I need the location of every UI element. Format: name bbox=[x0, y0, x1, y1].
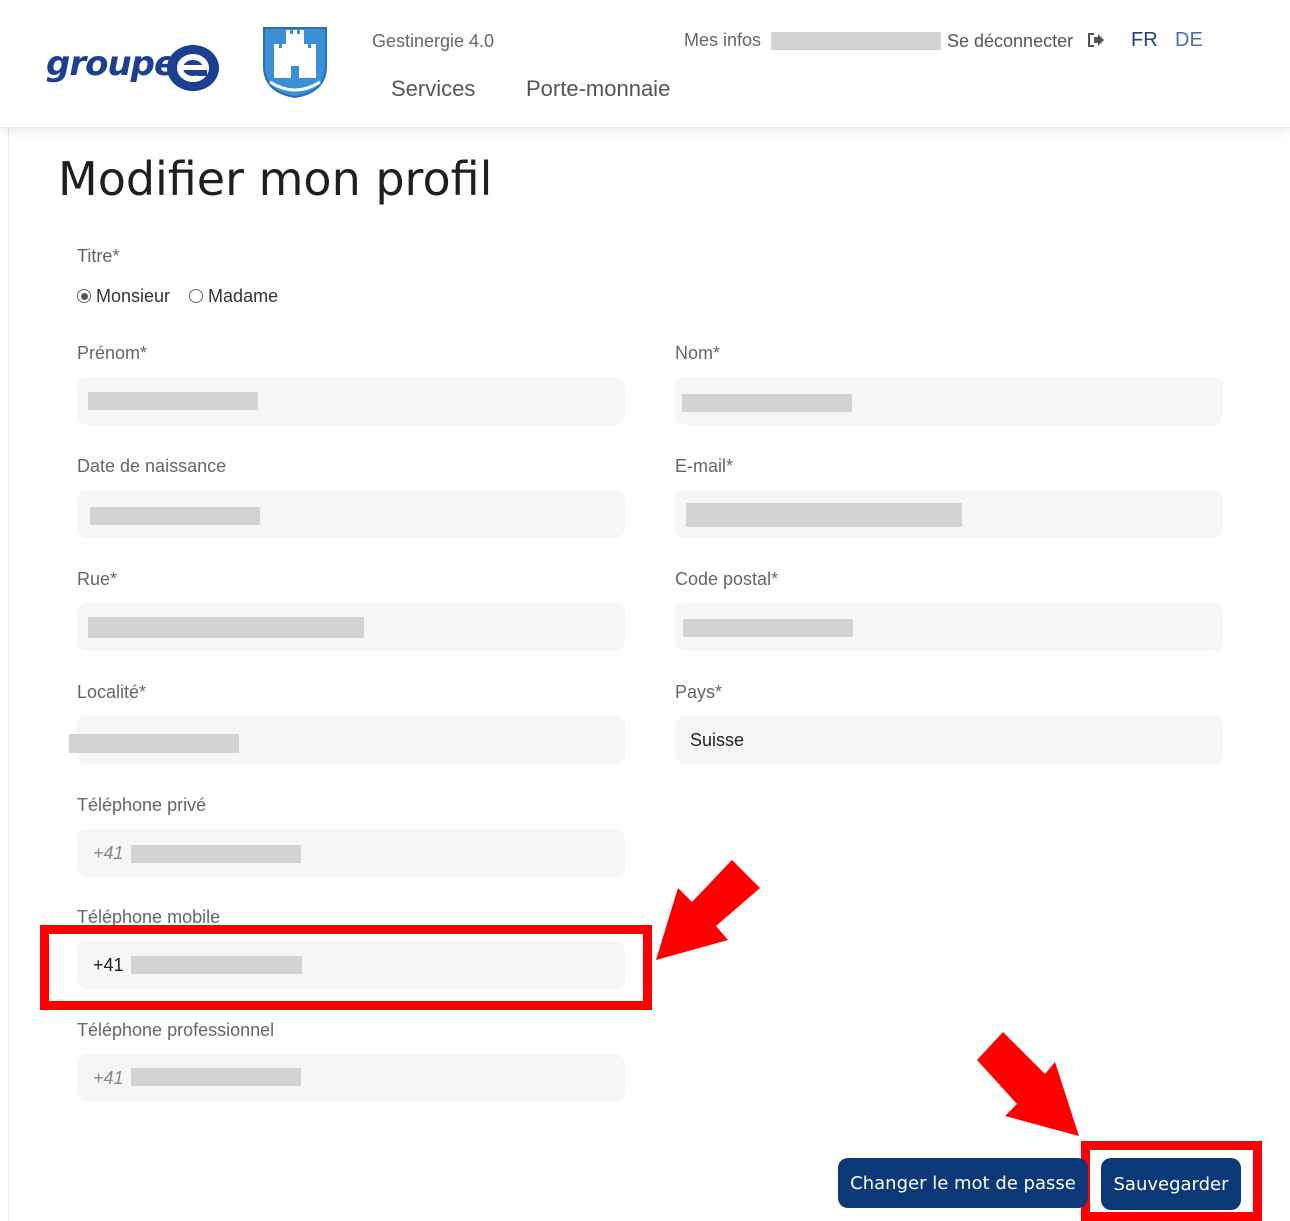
street-field[interactable] bbox=[77, 603, 625, 651]
country-label: Pays* bbox=[675, 682, 723, 702]
radio-monsieur[interactable] bbox=[77, 289, 91, 303]
radio-monsieur-label[interactable]: Monsieur bbox=[96, 286, 170, 306]
municipality-crest-icon bbox=[263, 27, 327, 98]
radio-madame[interactable] bbox=[189, 289, 204, 303]
language-fr[interactable]: FR bbox=[1131, 29, 1158, 52]
logout-icon[interactable] bbox=[1087, 31, 1105, 49]
country-value: Suisse bbox=[690, 730, 745, 750]
phone-private-prefix: +41 bbox=[93, 843, 124, 863]
country-field[interactable]: Suisse bbox=[675, 716, 1223, 764]
app-name: Gestinergie 4.0 bbox=[372, 31, 495, 51]
radio-madame-label[interactable]: Madame bbox=[208, 286, 278, 306]
top-header: groupe Gestinergie 4.0 Services Porte-mo… bbox=[0, 0, 1290, 128]
mobile-highlight-box bbox=[40, 925, 652, 1010]
nav-services[interactable]: Services bbox=[391, 76, 475, 102]
phone-private-label: Téléphone privé bbox=[77, 795, 207, 815]
phone-work-field[interactable]: +41 bbox=[77, 1054, 625, 1102]
redacted-value bbox=[682, 394, 852, 412]
last-name-label: Nom* bbox=[675, 343, 721, 363]
phone-work-prefix: +41 bbox=[93, 1068, 124, 1088]
redacted-locality-value bbox=[69, 734, 239, 753]
my-infos-link[interactable]: Mes infos bbox=[684, 30, 761, 51]
title-radio-group: Monsieur Madame bbox=[77, 286, 292, 307]
groupe-e-logo-text: groupe bbox=[46, 44, 177, 84]
first-name-label: Prénom* bbox=[77, 343, 148, 363]
redacted-value bbox=[131, 1068, 301, 1086]
birth-date-label: Date de naissance bbox=[77, 456, 227, 476]
phone-private-field[interactable]: +41 bbox=[77, 829, 625, 877]
locality-label: Localité* bbox=[77, 682, 147, 702]
first-name-field[interactable] bbox=[77, 377, 625, 425]
groupe-e-logo-icon bbox=[167, 45, 219, 91]
redacted-value bbox=[131, 845, 301, 863]
email-field[interactable] bbox=[675, 490, 1223, 538]
page-left-border bbox=[8, 0, 9, 1221]
save-button[interactable]: Sauvegarder bbox=[1101, 1158, 1241, 1210]
logout-link[interactable]: Se déconnecter bbox=[947, 31, 1073, 52]
title-label: Titre* bbox=[77, 246, 120, 266]
arrow-pointing-mobile-icon bbox=[656, 860, 760, 960]
phone-work-label: Téléphone professionnel bbox=[77, 1020, 275, 1040]
redacted-value bbox=[90, 507, 260, 525]
arrow-pointing-save-icon bbox=[977, 1032, 1079, 1136]
page-title: Modifier mon profil bbox=[58, 152, 493, 206]
email-label: E-mail* bbox=[675, 456, 734, 476]
street-label: Rue* bbox=[77, 569, 118, 589]
nav-porte-monnaie[interactable]: Porte-monnaie bbox=[526, 76, 670, 102]
birth-date-field[interactable] bbox=[77, 490, 625, 538]
language-de[interactable]: DE bbox=[1175, 29, 1203, 52]
redacted-value bbox=[686, 503, 962, 527]
redacted-value bbox=[683, 619, 853, 637]
last-name-field[interactable] bbox=[675, 377, 1223, 425]
redacted-username bbox=[771, 32, 941, 50]
postal-code-label: Code postal* bbox=[675, 569, 779, 589]
redacted-value bbox=[88, 392, 258, 410]
postal-code-field[interactable] bbox=[675, 603, 1223, 651]
change-password-button[interactable]: Changer le mot de passe bbox=[838, 1158, 1088, 1208]
redacted-value bbox=[88, 617, 364, 638]
